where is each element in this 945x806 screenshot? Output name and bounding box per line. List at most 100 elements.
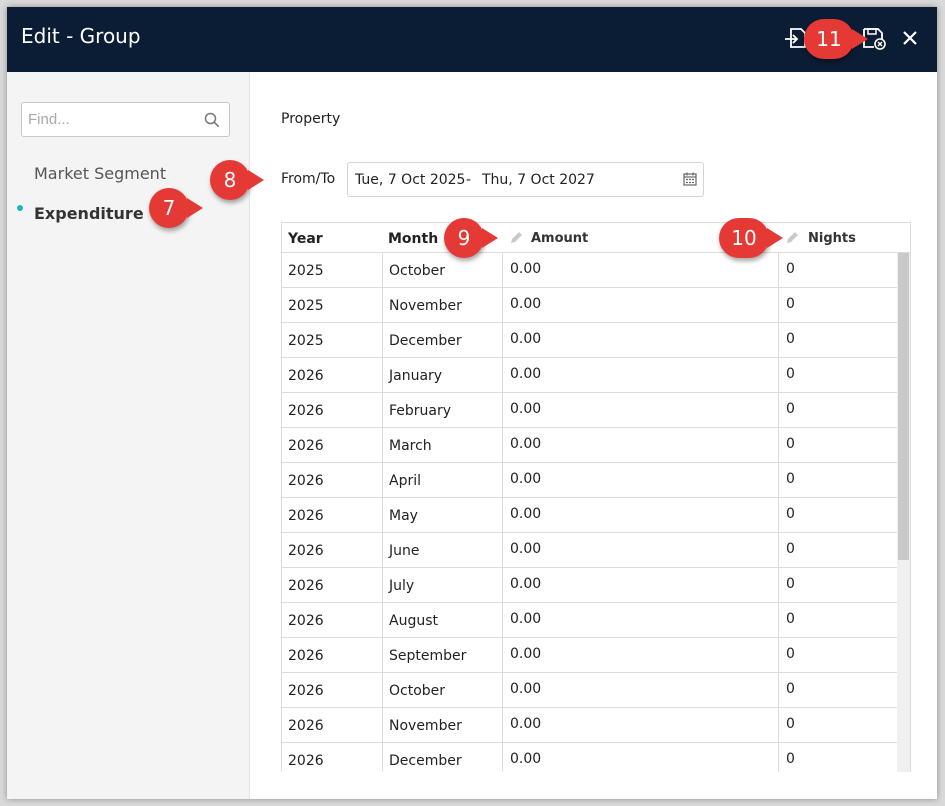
- cell-nights[interactable]: 0: [778, 568, 898, 603]
- cell-nights[interactable]: 0: [778, 358, 898, 393]
- column-header-year[interactable]: Year: [288, 231, 323, 247]
- table-row[interactable]: 2026 May 0.00 0: [282, 498, 898, 533]
- sidebar-item-market-segment[interactable]: Market Segment: [34, 164, 166, 183]
- table-row[interactable]: 2026 October 0.00 0: [282, 673, 898, 708]
- cell-month: November: [382, 708, 502, 743]
- cell-amount[interactable]: 0.00: [502, 743, 778, 772]
- cell-nights[interactable]: 0: [778, 288, 898, 323]
- pencil-icon[interactable]: [784, 230, 800, 246]
- cell-nights[interactable]: 0: [778, 393, 898, 428]
- close-icon[interactable]: [897, 25, 923, 51]
- table-row[interactable]: 2026 April 0.00 0: [282, 463, 898, 498]
- cell-amount[interactable]: 0.00: [502, 533, 778, 568]
- cell-nights[interactable]: 0: [778, 323, 898, 358]
- cell-amount[interactable]: 0.00: [502, 463, 778, 498]
- cell-year-text: 2026: [288, 368, 324, 384]
- cell-amount-text: 0.00: [510, 681, 542, 697]
- cell-amount[interactable]: 0.00: [502, 428, 778, 463]
- active-indicator: [17, 205, 23, 211]
- cell-nights-text: 0: [786, 296, 795, 312]
- cell-nights[interactable]: 0: [778, 743, 898, 772]
- cell-amount[interactable]: 0.00: [502, 498, 778, 533]
- table-row[interactable]: 2026 January 0.00 0: [282, 358, 898, 393]
- table-row[interactable]: 2026 February 0.00 0: [282, 393, 898, 428]
- cell-nights[interactable]: 0: [778, 673, 898, 708]
- date-separator: -: [466, 172, 472, 188]
- cell-amount[interactable]: 0.00: [502, 708, 778, 743]
- table-row[interactable]: 2026 March 0.00 0: [282, 428, 898, 463]
- cell-amount-text: 0.00: [510, 366, 542, 382]
- date-to[interactable]: Thu, 7 Oct 2027: [482, 172, 595, 188]
- table-row[interactable]: 2026 August 0.00 0: [282, 603, 898, 638]
- cell-amount[interactable]: 0.00: [502, 358, 778, 393]
- cell-nights[interactable]: 0: [778, 533, 898, 568]
- cell-amount-text: 0.00: [510, 506, 542, 522]
- cell-amount[interactable]: 0.00: [502, 288, 778, 323]
- callout-11: 11: [804, 19, 868, 59]
- sidebar-item-expenditure[interactable]: Expenditure: [34, 204, 144, 223]
- cell-nights-text: 0: [786, 576, 795, 592]
- callout-8: 8: [210, 160, 264, 200]
- dialog-title: Edit - Group: [21, 24, 141, 48]
- cell-month-text: October: [389, 683, 446, 699]
- cell-amount-text: 0.00: [510, 436, 542, 452]
- cell-nights[interactable]: 0: [778, 428, 898, 463]
- expenditure-grid: Year Month Amount Nights 2025 October 0.00…: [281, 222, 911, 772]
- cell-year-text: 2026: [288, 718, 324, 734]
- column-header-nights[interactable]: Nights: [808, 231, 856, 246]
- column-header-month[interactable]: Month: [388, 231, 438, 247]
- cell-amount[interactable]: 0.00: [502, 568, 778, 603]
- pencil-icon[interactable]: [508, 230, 524, 246]
- cell-amount[interactable]: 0.00: [502, 323, 778, 358]
- cell-year: 2025: [282, 288, 382, 323]
- find-field[interactable]: [21, 102, 230, 137]
- cell-month-text: May: [389, 508, 418, 524]
- cell-month: January: [382, 358, 502, 393]
- cell-month-text: January: [389, 368, 443, 384]
- cell-year-text: 2026: [288, 683, 324, 699]
- cell-nights[interactable]: 0: [778, 708, 898, 743]
- callout-10: 10: [719, 218, 783, 258]
- cell-month-text: June: [389, 543, 420, 559]
- table-row[interactable]: 2025 October 0.00 0: [282, 253, 898, 288]
- cell-nights-text: 0: [786, 681, 795, 697]
- cell-amount[interactable]: 0.00: [502, 393, 778, 428]
- date-from[interactable]: Tue, 7 Oct 2025: [355, 172, 465, 188]
- callout-7: 7: [149, 188, 203, 228]
- cell-nights-text: 0: [786, 366, 795, 382]
- cell-month-text: February: [389, 403, 452, 419]
- cell-nights[interactable]: 0: [778, 253, 898, 288]
- table-row[interactable]: 2025 November 0.00 0: [282, 288, 898, 323]
- cell-month-text: November: [389, 718, 462, 734]
- cell-amount-text: 0.00: [510, 401, 542, 417]
- cell-nights[interactable]: 0: [778, 498, 898, 533]
- scrollbar-thumb[interactable]: [898, 253, 909, 560]
- cell-month-text: July: [389, 578, 415, 594]
- table-row[interactable]: 2026 June 0.00 0: [282, 533, 898, 568]
- cell-year-text: 2026: [288, 543, 324, 559]
- cell-amount[interactable]: 0.00: [502, 603, 778, 638]
- cell-month: May: [382, 498, 502, 533]
- table-row[interactable]: 2026 December 0.00 0: [282, 743, 898, 772]
- calendar-icon[interactable]: [683, 172, 697, 186]
- cell-amount[interactable]: 0.00: [502, 253, 778, 288]
- search-input[interactable]: [28, 111, 193, 128]
- table-row[interactable]: 2026 November 0.00 0: [282, 708, 898, 743]
- column-header-amount[interactable]: Amount: [531, 231, 588, 246]
- cell-nights[interactable]: 0: [778, 638, 898, 673]
- cell-amount[interactable]: 0.00: [502, 638, 778, 673]
- vertical-scrollbar[interactable]: [897, 253, 910, 772]
- cell-amount-text: 0.00: [510, 611, 542, 627]
- table-row[interactable]: 2025 December 0.00 0: [282, 323, 898, 358]
- table-row[interactable]: 2026 July 0.00 0: [282, 568, 898, 603]
- cell-nights[interactable]: 0: [778, 603, 898, 638]
- search-icon[interactable]: [204, 112, 220, 128]
- cell-nights[interactable]: 0: [778, 463, 898, 498]
- date-range-picker[interactable]: Tue, 7 Oct 2025 - Thu, 7 Oct 2027: [347, 162, 704, 197]
- table-row[interactable]: 2026 September 0.00 0: [282, 638, 898, 673]
- cell-nights-text: 0: [786, 436, 795, 452]
- cell-year: 2026: [282, 568, 382, 603]
- cell-amount-text: 0.00: [510, 576, 542, 592]
- cell-amount[interactable]: 0.00: [502, 673, 778, 708]
- cell-year-text: 2026: [288, 648, 324, 664]
